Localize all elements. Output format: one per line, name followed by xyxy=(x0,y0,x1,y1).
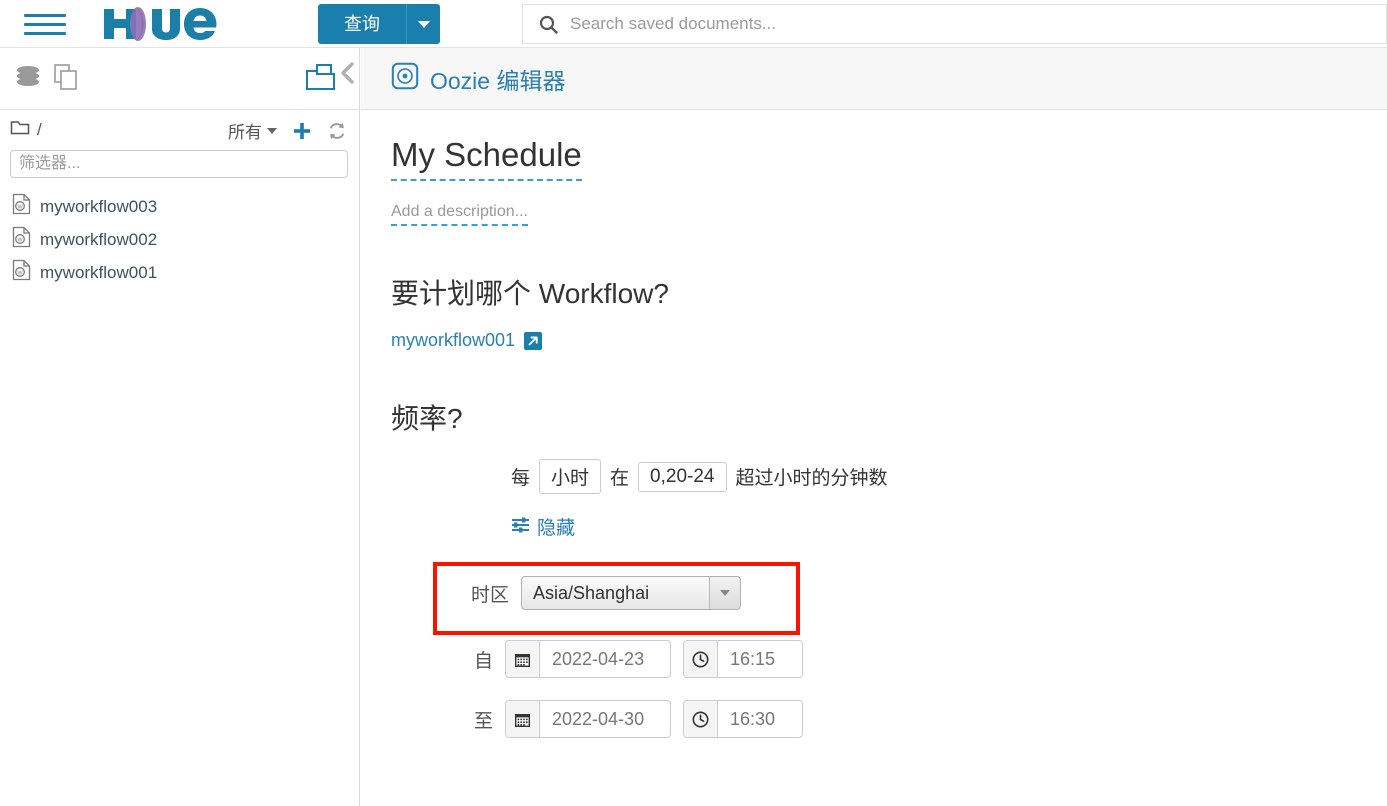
timezone-selected-value: Asia/Shanghai xyxy=(533,582,650,603)
add-document-button[interactable] xyxy=(292,121,312,141)
clock-icon xyxy=(684,701,718,737)
sidebar-type-filter-dropdown[interactable]: 所有 xyxy=(228,118,277,143)
start-date-input-group[interactable]: 2022-04-23 xyxy=(505,640,671,678)
query-dropdown-caret-icon[interactable] xyxy=(406,4,440,44)
workflow-section-title: 要计划哪个 Workflow? xyxy=(391,278,669,309)
document-list: W myworkflow003 W myworkflow002 W mywork… xyxy=(0,190,359,289)
app-header: Oozie 编辑器 xyxy=(361,48,1387,110)
refresh-button[interactable] xyxy=(327,121,347,141)
query-button-group[interactable]: 查询 xyxy=(318,4,440,44)
hue-logo[interactable] xyxy=(96,3,228,45)
sidebar-tab-documents[interactable] xyxy=(52,62,80,92)
sidebar-filter-input[interactable] xyxy=(10,150,348,178)
workflow-document-icon: W xyxy=(12,259,31,286)
selected-workflow-row: myworkflow001 xyxy=(391,330,1387,351)
breadcrumb-root-label: / xyxy=(37,120,42,139)
search-icon xyxy=(539,15,558,34)
sidebar-tab-files[interactable] xyxy=(304,62,338,94)
end-time-value[interactable]: 16:30 xyxy=(718,701,802,737)
refresh-icon xyxy=(329,122,345,139)
search-bar[interactable] xyxy=(522,4,1387,44)
hamburger-menu-icon[interactable] xyxy=(24,9,66,39)
frequency-suffix-label: 超过小时的分钟数 xyxy=(735,468,888,489)
selected-workflow-link[interactable]: myworkflow001 xyxy=(391,330,515,351)
folder-icon xyxy=(10,119,30,141)
timezone-row: 时区 Asia/Shanghai xyxy=(471,576,742,610)
sidebar-type-filter-label: 所有 xyxy=(228,123,262,142)
schedule-name-field[interactable]: My Schedule xyxy=(391,136,582,181)
list-item[interactable]: W myworkflow002 xyxy=(0,223,359,256)
frequency-toggle-advanced[interactable]: 隐藏 xyxy=(511,513,1387,540)
sidebar-collapse-chevron-left-icon[interactable] xyxy=(339,60,357,91)
frequency-row: 每 小时 在 0,20-24 超过小时的分钟数 xyxy=(511,459,1387,494)
schedule-description-field[interactable]: Add a description... xyxy=(391,203,528,226)
list-item-label: myworkflow003 xyxy=(40,196,158,216)
frequency-section-title: 频率? xyxy=(391,403,463,434)
end-time-input-group[interactable]: 16:30 xyxy=(683,700,803,738)
main-content-panel: Oozie 编辑器 My Schedule Add a description.… xyxy=(361,48,1387,806)
top-navigation-bar: 查询 xyxy=(0,0,1387,48)
sidebar-actions: 所有 xyxy=(228,118,347,143)
schedule-editor: My Schedule Add a description... 要计划哪个 W… xyxy=(361,110,1387,738)
chevron-down-icon[interactable] xyxy=(709,577,741,609)
start-time-input-group[interactable]: 16:15 xyxy=(683,640,803,678)
frequency-block: 每 小时 在 0,20-24 超过小时的分钟数 隐藏 xyxy=(391,459,1387,540)
sidebar-breadcrumb-bar: / 所有 xyxy=(0,110,359,150)
external-link-icon[interactable] xyxy=(524,331,543,350)
timezone-select[interactable]: Asia/Shanghai xyxy=(521,576,742,610)
copy-documents-icon xyxy=(54,64,77,90)
calendar-icon xyxy=(506,701,540,737)
query-button[interactable]: 查询 xyxy=(318,4,406,44)
timezone-label: 时区 xyxy=(471,584,510,606)
list-item[interactable]: W myworkflow003 xyxy=(0,190,359,223)
end-label: 至 xyxy=(473,710,493,732)
start-time-value[interactable]: 16:15 xyxy=(718,641,802,677)
search-input[interactable] xyxy=(568,13,1328,35)
chevron-down-icon xyxy=(267,127,277,134)
left-sidebar: / 所有 筛选器... W myworkflow003 W myworkflow… xyxy=(0,48,360,806)
sliders-icon xyxy=(511,516,530,538)
start-date-value[interactable]: 2022-04-23 xyxy=(540,641,670,677)
start-datetime-row: 自 2022-04-23 16:15 xyxy=(471,640,803,678)
end-date-input-group[interactable]: 2022-04-30 xyxy=(505,700,671,738)
breadcrumb[interactable]: / xyxy=(10,119,42,141)
list-item[interactable]: W myworkflow001 xyxy=(0,256,359,289)
end-date-value[interactable]: 2022-04-30 xyxy=(540,701,670,737)
frequency-toggle-label: 隐藏 xyxy=(537,518,576,539)
frequency-at-label: 在 xyxy=(610,468,630,489)
sidebar-tab-databases[interactable] xyxy=(14,62,42,92)
start-label: 自 xyxy=(473,650,493,672)
workflow-document-icon: W xyxy=(12,193,31,220)
plus-icon xyxy=(294,122,310,139)
frequency-cron-field[interactable]: 0,20-24 xyxy=(638,461,727,492)
oozie-coordinator-icon xyxy=(391,62,419,95)
clock-icon xyxy=(684,641,718,677)
list-item-label: myworkflow002 xyxy=(40,229,158,249)
end-datetime-row: 至 2022-04-30 16:30 xyxy=(471,700,803,738)
frequency-unit-field[interactable]: 小时 xyxy=(539,459,602,494)
list-item-label: myworkflow001 xyxy=(40,262,158,282)
calendar-icon xyxy=(506,641,540,677)
page-title: Oozie 编辑器 xyxy=(430,67,566,94)
open-folder-icon xyxy=(306,64,335,90)
sidebar-tab-strip xyxy=(0,48,359,110)
workflow-document-icon: W xyxy=(12,226,31,253)
database-icon xyxy=(17,66,39,86)
frequency-every-label: 每 xyxy=(511,468,531,489)
